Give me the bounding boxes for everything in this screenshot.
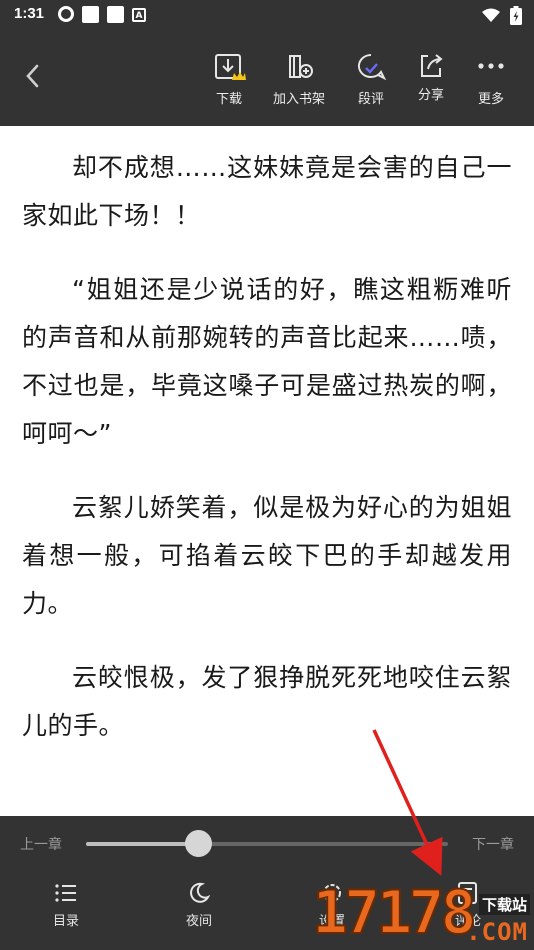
slider-fill	[86, 842, 199, 846]
add-bookshelf-button[interactable]: 加入书架	[267, 50, 331, 107]
paragraph: “姐姐还是少说话的好，瞧这粗粝难听的声音和从前那婉转的声音比起来……啧，不过也是…	[22, 275, 512, 448]
download-label: 下载	[215, 92, 242, 107]
download-button[interactable]: 下载	[197, 50, 261, 107]
status-bar: 1:31 A	[0, 0, 534, 30]
next-chapter-button[interactable]: 下一章	[472, 834, 514, 854]
comment-icon	[357, 53, 387, 81]
night-mode-label: 夜间	[185, 914, 212, 929]
watermark-site: 下载站	[478, 894, 530, 915]
add-bookshelf-icon	[289, 55, 313, 78]
square-icon	[107, 6, 124, 23]
chapter-progress-bar: 上一章 下一章	[0, 816, 534, 872]
back-button[interactable]	[18, 58, 48, 94]
square-icon	[82, 6, 99, 23]
status-time: 1:31	[14, 5, 45, 22]
comment-button[interactable]: 段评	[339, 50, 403, 107]
chapter-slider[interactable]	[86, 830, 448, 857]
wifi-icon	[482, 8, 500, 22]
comment-label: 段评	[357, 92, 384, 107]
download-icon	[215, 54, 246, 80]
slider-thumb[interactable]	[185, 830, 213, 857]
paragraph: 云皎恨极，发了狠挣脱死死地咬住云絮儿的手。	[22, 663, 512, 740]
prev-chapter-button[interactable]: 上一章	[20, 834, 62, 854]
reading-area[interactable]: 却不成想……这妹妹竟是会害的自己一家如此下场！！ “姐姐还是少说话的好，瞧这粗粝…	[0, 126, 534, 816]
list-icon	[55, 884, 76, 902]
share-icon	[421, 54, 443, 77]
paragraph: 却不成想……这妹妹竟是会害的自己一家如此下场！！	[22, 153, 512, 230]
catalog-label: 目录	[52, 914, 79, 929]
chevron-left-icon	[26, 64, 39, 88]
more-label: 更多	[477, 92, 504, 107]
paragraph: 云絮儿娇笑着，似是极为好心的为姐姐着想一般，可掐着云皎下巴的手却越发用力。	[22, 493, 512, 618]
reader-toolbar: 下载 加入书架 段评 分享 更多	[0, 30, 534, 126]
more-icon	[478, 63, 504, 69]
share-label: 分享	[417, 88, 444, 103]
watermark-number: 17178	[311, 878, 478, 948]
watermark-domain: .COM	[466, 918, 528, 946]
more-button[interactable]: 更多	[459, 50, 523, 107]
share-button[interactable]: 分享	[399, 50, 463, 103]
add-bookshelf-label: 加入书架	[272, 92, 325, 107]
sync-icon	[58, 6, 74, 22]
night-mode-button[interactable]: 夜间	[159, 880, 239, 929]
battery-icon	[510, 6, 522, 25]
notification-letter: A	[132, 8, 146, 22]
watermark-logo: 17178 下载站 .COM	[311, 878, 534, 950]
catalog-button[interactable]: 目录	[26, 880, 106, 929]
moon-icon	[190, 882, 211, 903]
